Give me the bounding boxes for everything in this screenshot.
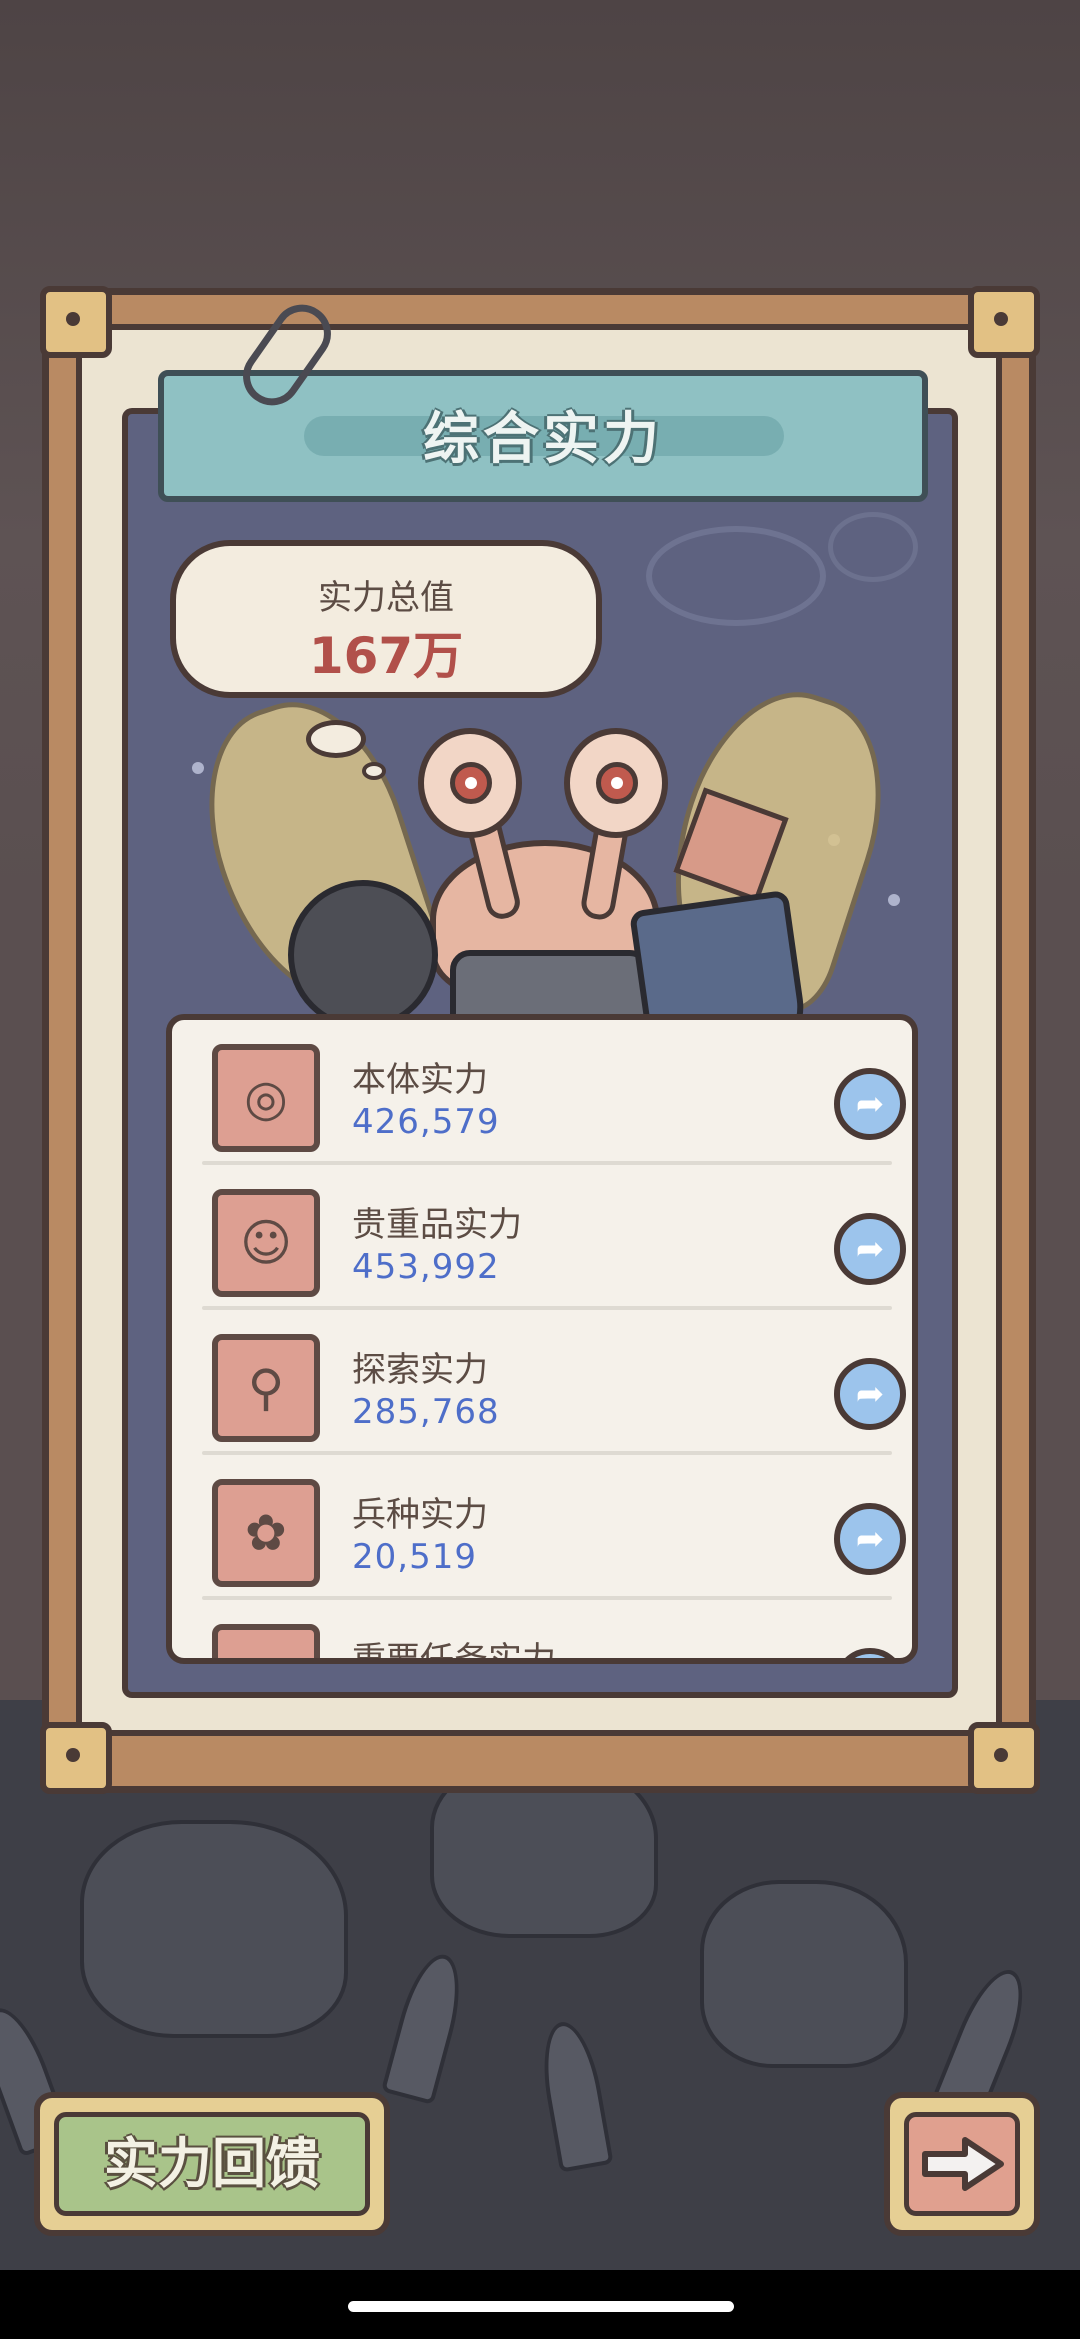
home-indicator[interactable] [348, 2301, 734, 2312]
stat-name: 贵重品实力 [352, 1205, 522, 1245]
strength-feedback-button[interactable]: 实力回馈 [34, 2092, 390, 2236]
sparkle-decoration [192, 762, 204, 774]
stat-name: 探索实力 [352, 1350, 488, 1390]
sparkle-decoration [888, 894, 900, 906]
stat-name: 兵种实力 [352, 1495, 488, 1535]
strength-feedback-label: 实力回馈 [54, 2112, 370, 2216]
grass-decoration [534, 2017, 614, 2173]
rock-decoration [700, 1880, 908, 2068]
total-strength-value: 167万 [308, 627, 464, 685]
next-button[interactable] [884, 2092, 1040, 2236]
snail-eye-left [418, 728, 522, 838]
grass-decoration [380, 1948, 472, 2105]
stat-value: 426,579 [352, 1102, 500, 1142]
magnifier-icon: ⚲ [212, 1334, 320, 1442]
frame-corner [40, 1722, 112, 1794]
eye-emblem-decoration [828, 512, 918, 582]
stat-name: 重要任务实力 [352, 1640, 556, 1664]
share-arrow-icon[interactable]: ➦ [834, 1358, 906, 1430]
arrow-right-icon [904, 2112, 1020, 2216]
statue-icon: ☺ [212, 1189, 320, 1297]
list-item: ⚲ 探索实力 285,768 ➦ [202, 1310, 906, 1455]
snail-eye-right [564, 728, 668, 838]
share-arrow-icon[interactable]: ➦ [834, 1068, 906, 1140]
list-item: ◎ 本体实力 426,579 ➦ [202, 1020, 906, 1165]
frame-corner [40, 286, 112, 358]
task-icon: ✎ [212, 1624, 320, 1658]
thought-dot [362, 762, 386, 780]
total-strength-label: 实力总值 [318, 578, 454, 618]
stat-value: 20,519 [352, 1537, 477, 1577]
page-title: 综合实力 [423, 407, 663, 472]
list-item: ✿ 兵种实力 20,519 ➦ [202, 1455, 906, 1600]
share-arrow-icon[interactable]: ➦ [834, 1503, 906, 1575]
thought-dot [306, 720, 366, 758]
list-item: ☺ 贵重品实力 453,992 ➦ [202, 1165, 906, 1310]
stat-value: 285,768 [352, 1392, 500, 1432]
share-arrow-icon[interactable]: ➦ [834, 1648, 906, 1658]
creature-icon: ✿ [212, 1479, 320, 1587]
snail-icon: ◎ [212, 1044, 320, 1152]
frame-corner [968, 286, 1040, 358]
strength-list[interactable]: ◎ 本体实力 426,579 ➦ ☺ 贵重品实力 453,992 ➦ ⚲ 探索实… [166, 1014, 918, 1664]
total-strength-bubble: 实力总值 167万 [170, 540, 602, 698]
share-arrow-icon[interactable]: ➦ [834, 1213, 906, 1285]
stat-name: 本体实力 [352, 1060, 488, 1100]
stat-value: 453,992 [352, 1247, 500, 1287]
mace-icon [288, 880, 438, 1030]
list-item: ✎ 重要任务实力 ➦ [202, 1600, 906, 1664]
frame-corner [968, 1722, 1040, 1794]
eye-emblem-decoration [646, 526, 826, 626]
rock-decoration [80, 1820, 348, 2038]
